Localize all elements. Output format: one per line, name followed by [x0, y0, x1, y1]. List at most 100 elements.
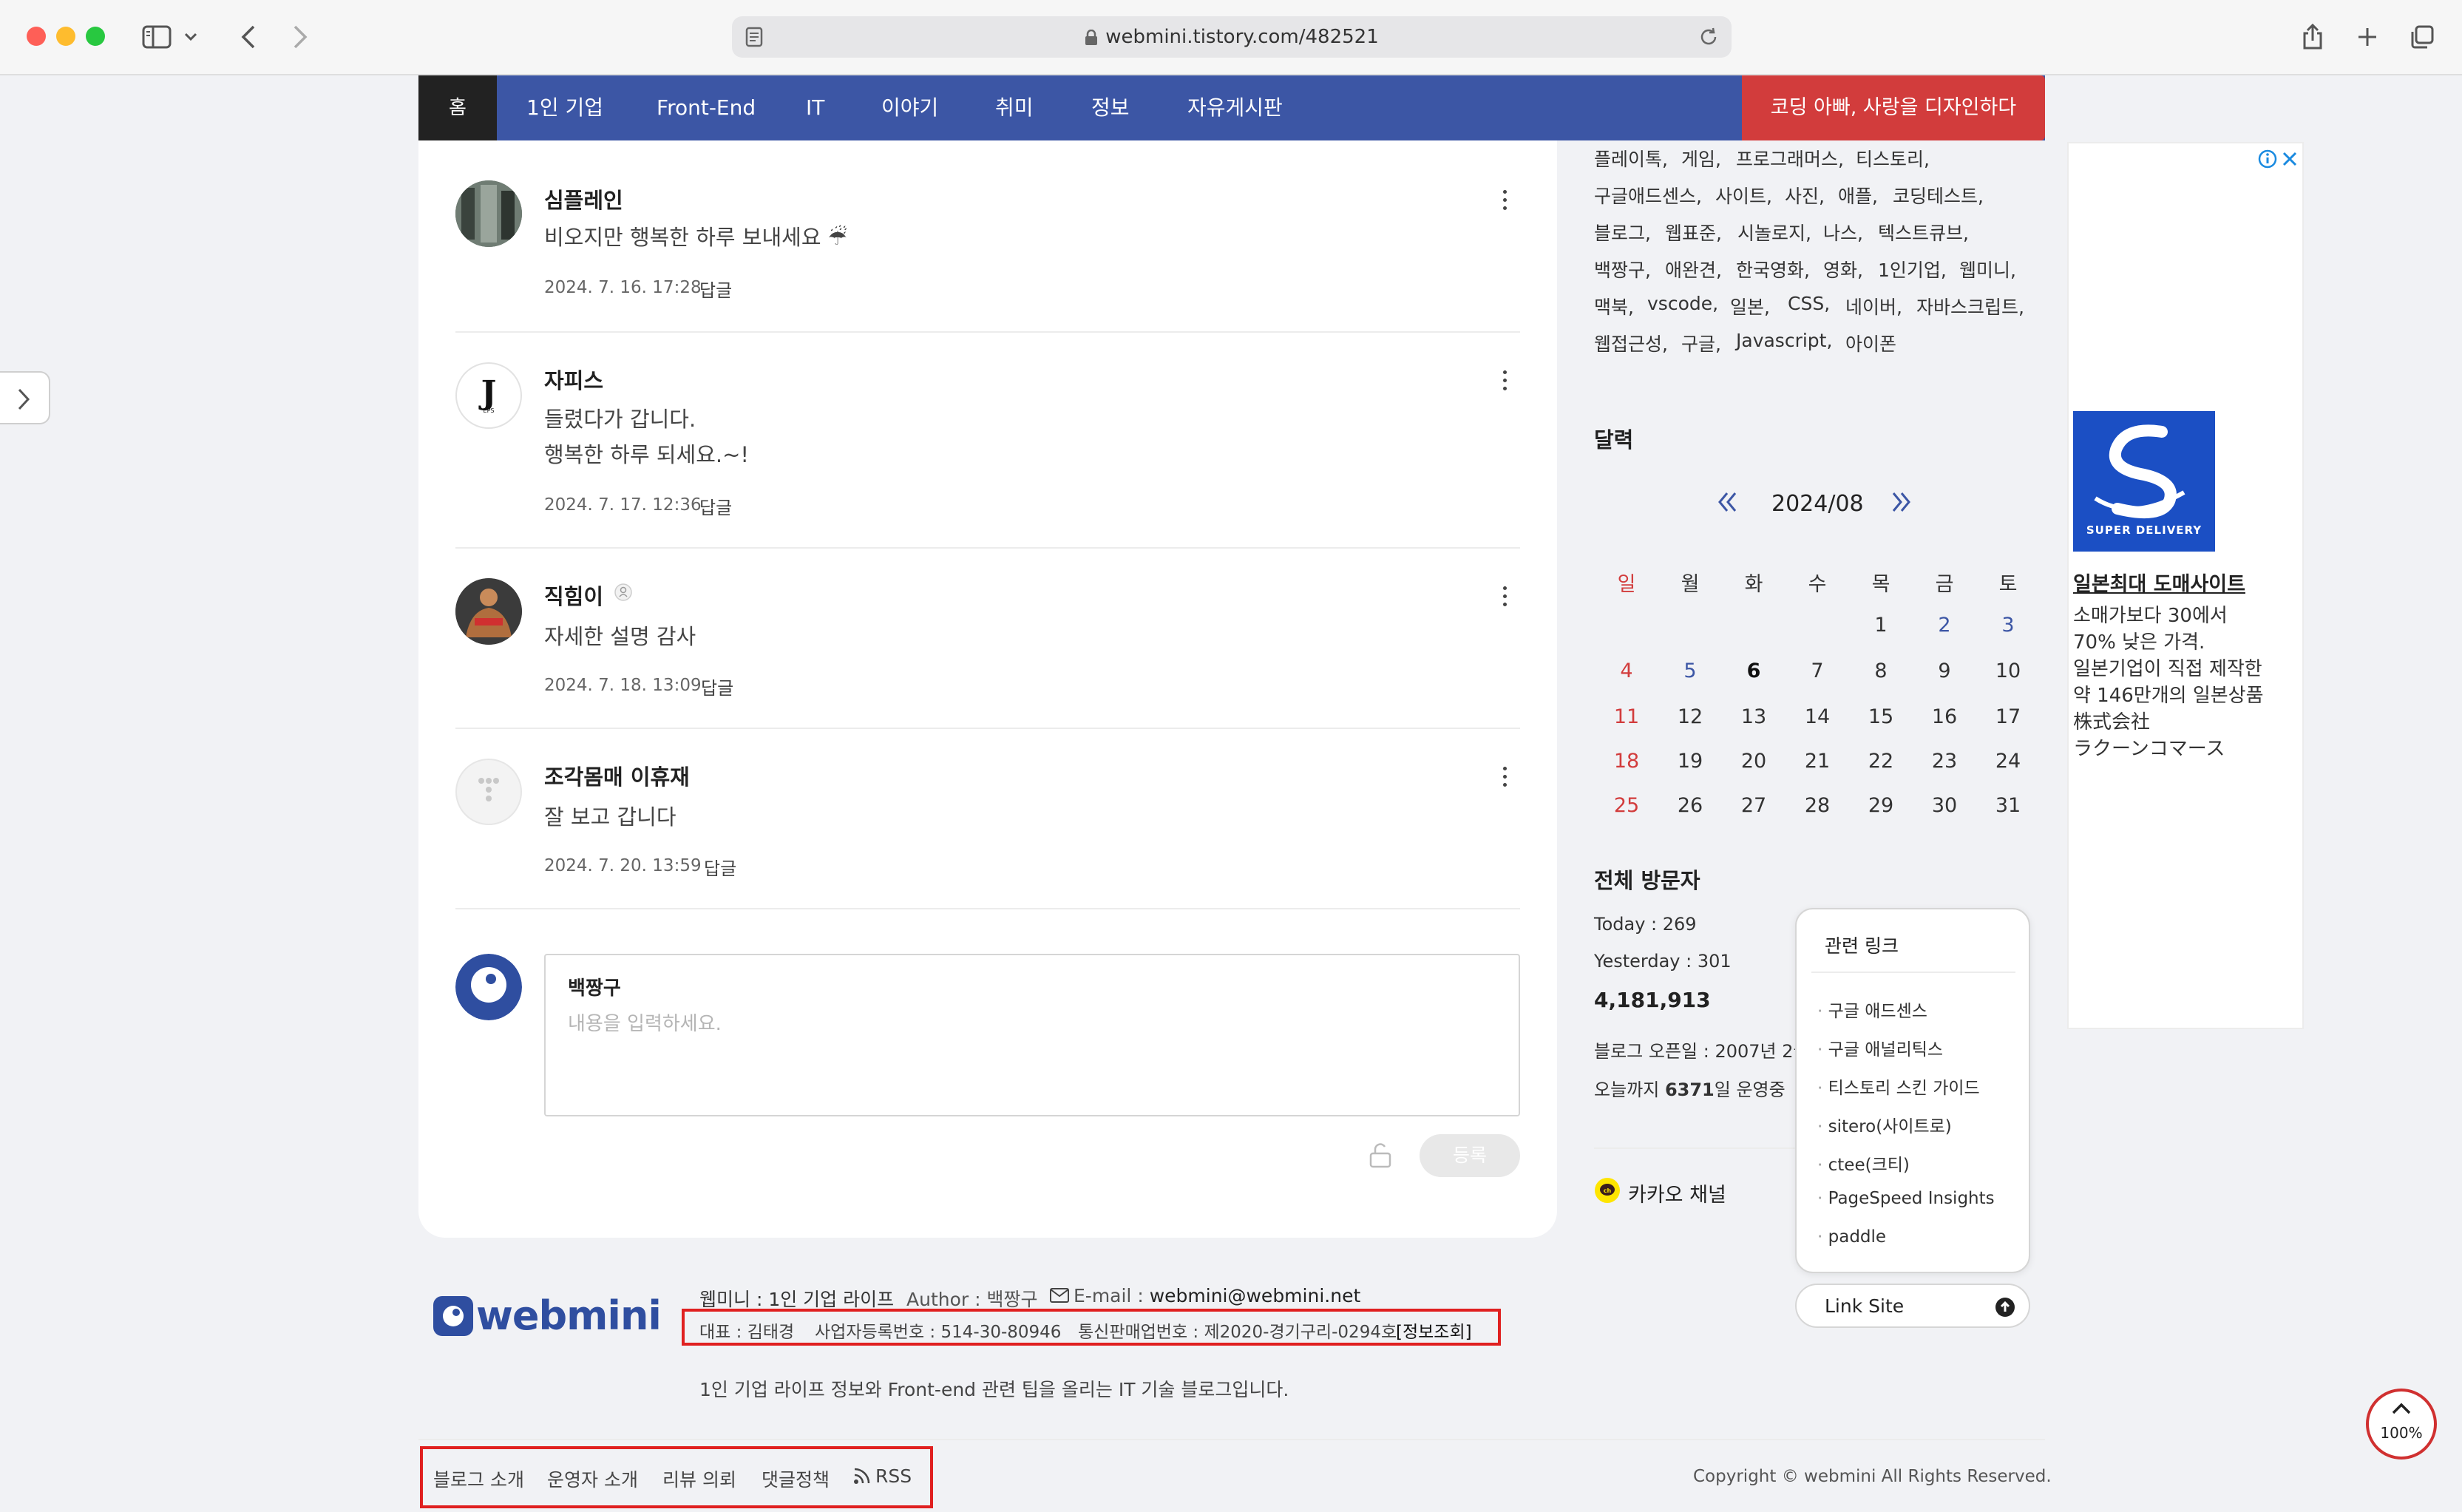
- tag[interactable]: 코딩테스트,: [1893, 182, 1984, 209]
- sidebar-toggle-icon[interactable]: [139, 19, 174, 55]
- tag[interactable]: 1인기업,: [1878, 256, 1947, 282]
- avatar[interactable]: [455, 578, 522, 645]
- zoom-window-button[interactable]: [86, 27, 105, 46]
- tag[interactable]: 프로그래머스,: [1736, 145, 1844, 172]
- tag[interactable]: 웹미니,: [1959, 256, 2016, 282]
- link-site-button[interactable]: Link Site: [1795, 1284, 2030, 1328]
- kakao-channel-link[interactable]: 카카오 채널: [1628, 1179, 1726, 1207]
- footer-link-comment-policy[interactable]: 댓글정책: [762, 1465, 830, 1492]
- nav-home[interactable]: 홈: [418, 75, 497, 140]
- tag[interactable]: 영화,: [1823, 256, 1863, 282]
- calendar-day[interactable]: 2: [1915, 614, 1974, 637]
- footer-info-link[interactable]: [정보조회]: [1396, 1318, 1472, 1343]
- nav-front-end[interactable]: Front-End: [657, 75, 756, 140]
- rss-icon[interactable]: [853, 1467, 871, 1485]
- tag[interactable]: 사진,: [1785, 182, 1825, 209]
- ad-close-icon[interactable]: [2282, 151, 2298, 167]
- blog-slogan[interactable]: 코딩 아빠, 사랑을 디자인하다: [1742, 75, 2045, 140]
- footer-link-review-request[interactable]: 리뷰 의뢰: [662, 1465, 736, 1492]
- tag[interactable]: 애완견,: [1665, 256, 1722, 282]
- next-month-icon[interactable]: [1890, 491, 1912, 513]
- related-link[interactable]: · ctee(크티): [1817, 1150, 1910, 1176]
- ad-info-icon[interactable]: [2258, 149, 2277, 169]
- address-bar[interactable]: webmini.tistory.com/482521: [732, 16, 1732, 58]
- tag[interactable]: 아이폰: [1845, 330, 1896, 356]
- ad-banner[interactable]: SUPER DELIVERY 일본최대 도매사이트 소매가보다 30에서 70%…: [2067, 142, 2304, 1029]
- comment-author[interactable]: 직힘이: [544, 580, 603, 611]
- tag[interactable]: 사이트,: [1715, 182, 1772, 209]
- new-tab-icon[interactable]: [2350, 19, 2385, 55]
- footer-link-rss[interactable]: RSS: [875, 1465, 912, 1487]
- tag[interactable]: CSS,: [1788, 293, 1830, 314]
- tag[interactable]: 나스,: [1823, 219, 1863, 245]
- close-window-button[interactable]: [27, 27, 46, 46]
- tag[interactable]: vscode,: [1647, 293, 1718, 314]
- reload-icon[interactable]: [1698, 26, 1720, 48]
- more-options-icon[interactable]: [1493, 581, 1516, 611]
- tag[interactable]: 게임,: [1681, 145, 1721, 172]
- avatar[interactable]: J EPS: [455, 362, 522, 429]
- zoom-indicator[interactable]: 100%: [2366, 1389, 2437, 1460]
- tag[interactable]: 네이버,: [1845, 293, 1902, 319]
- related-link[interactable]: · sitero(사이트로): [1817, 1112, 1952, 1137]
- tag[interactable]: 맥북,: [1594, 293, 1634, 319]
- related-link[interactable]: · 구글 애드센스: [1817, 997, 1927, 1022]
- submit-comment-button[interactable]: 등록: [1420, 1134, 1520, 1177]
- chevron-down-icon[interactable]: [180, 19, 201, 55]
- share-icon[interactable]: [2295, 19, 2330, 55]
- reply-link[interactable]: 답글: [699, 276, 732, 302]
- comment-author[interactable]: 조각몸매 이휴재: [544, 760, 690, 791]
- side-panel-toggle[interactable]: [0, 371, 50, 424]
- minimize-window-button[interactable]: [56, 27, 75, 46]
- calendar-day[interactable]: 5: [1661, 660, 1720, 682]
- related-link[interactable]: · 티스토리 스킨 가이드: [1817, 1074, 1980, 1099]
- back-button[interactable]: [231, 19, 266, 55]
- comment-author[interactable]: 심플레인: [544, 183, 623, 214]
- tag[interactable]: 일본,: [1730, 293, 1770, 319]
- nav-it[interactable]: IT: [806, 75, 824, 140]
- related-link[interactable]: · paddle: [1817, 1227, 1886, 1247]
- tag[interactable]: 자바스크립트,: [1916, 293, 2024, 319]
- tag[interactable]: 한국영화,: [1736, 256, 1810, 282]
- kakao-icon[interactable]: ch: [1594, 1177, 1621, 1204]
- nav-1in-kieop[interactable]: 1인 기업: [526, 75, 603, 140]
- tag[interactable]: 웹표준,: [1665, 219, 1722, 245]
- current-user-avatar[interactable]: [455, 954, 522, 1020]
- tag[interactable]: 구글애드센스,: [1594, 182, 1702, 209]
- nav-info[interactable]: 정보: [1091, 75, 1130, 140]
- calendar-day[interactable]: 3: [1978, 614, 2038, 637]
- tab-overview-icon[interactable]: [2404, 19, 2440, 55]
- avatar[interactable]: [455, 180, 522, 247]
- footer-email-link[interactable]: webmini@webmini.net: [1150, 1285, 1361, 1306]
- more-options-icon[interactable]: [1493, 365, 1516, 395]
- tag[interactable]: 블로그,: [1594, 219, 1651, 245]
- nav-free-board[interactable]: 자유게시판: [1187, 75, 1283, 140]
- prev-month-icon[interactable]: [1717, 491, 1739, 513]
- related-link[interactable]: · PageSpeed Insights: [1817, 1189, 1995, 1208]
- comment-form[interactable]: 백짱구 내용을 입력하세요.: [544, 954, 1520, 1116]
- reply-link[interactable]: 답글: [704, 854, 736, 880]
- tag[interactable]: 백짱구,: [1594, 256, 1651, 282]
- tag[interactable]: 웹접근성,: [1594, 330, 1668, 356]
- footer-link-operator-intro[interactable]: 운영자 소개: [547, 1465, 638, 1492]
- footer-link-blog-intro[interactable]: 블로그 소개: [433, 1465, 524, 1492]
- reply-link[interactable]: 답글: [701, 674, 733, 699]
- footer-logo[interactable]: webmini: [433, 1292, 662, 1339]
- more-options-icon[interactable]: [1493, 762, 1516, 791]
- tag[interactable]: 구글,: [1681, 330, 1721, 356]
- nav-story[interactable]: 이야기: [881, 75, 938, 140]
- nav-hobby[interactable]: 취미: [995, 75, 1034, 140]
- unlock-icon[interactable]: [1368, 1142, 1393, 1168]
- tag[interactable]: 애플,: [1838, 182, 1878, 209]
- tag[interactable]: 플레이톡,: [1594, 145, 1668, 172]
- comment-input-placeholder[interactable]: 내용을 입력하세요.: [568, 1008, 722, 1036]
- avatar[interactable]: [455, 759, 522, 825]
- more-options-icon[interactable]: [1493, 185, 1516, 214]
- tag[interactable]: Javascript,: [1736, 330, 1832, 351]
- tag[interactable]: 텍스트큐브,: [1878, 219, 1969, 245]
- related-link[interactable]: · 구글 애널리틱스: [1817, 1035, 1943, 1060]
- tag[interactable]: 티스토리,: [1856, 145, 1930, 172]
- tag[interactable]: 시놀로지,: [1737, 219, 1811, 245]
- ad-logo[interactable]: SUPER DELIVERY: [2073, 411, 2215, 552]
- ad-title[interactable]: 일본최대 도매사이트: [2073, 568, 2245, 597]
